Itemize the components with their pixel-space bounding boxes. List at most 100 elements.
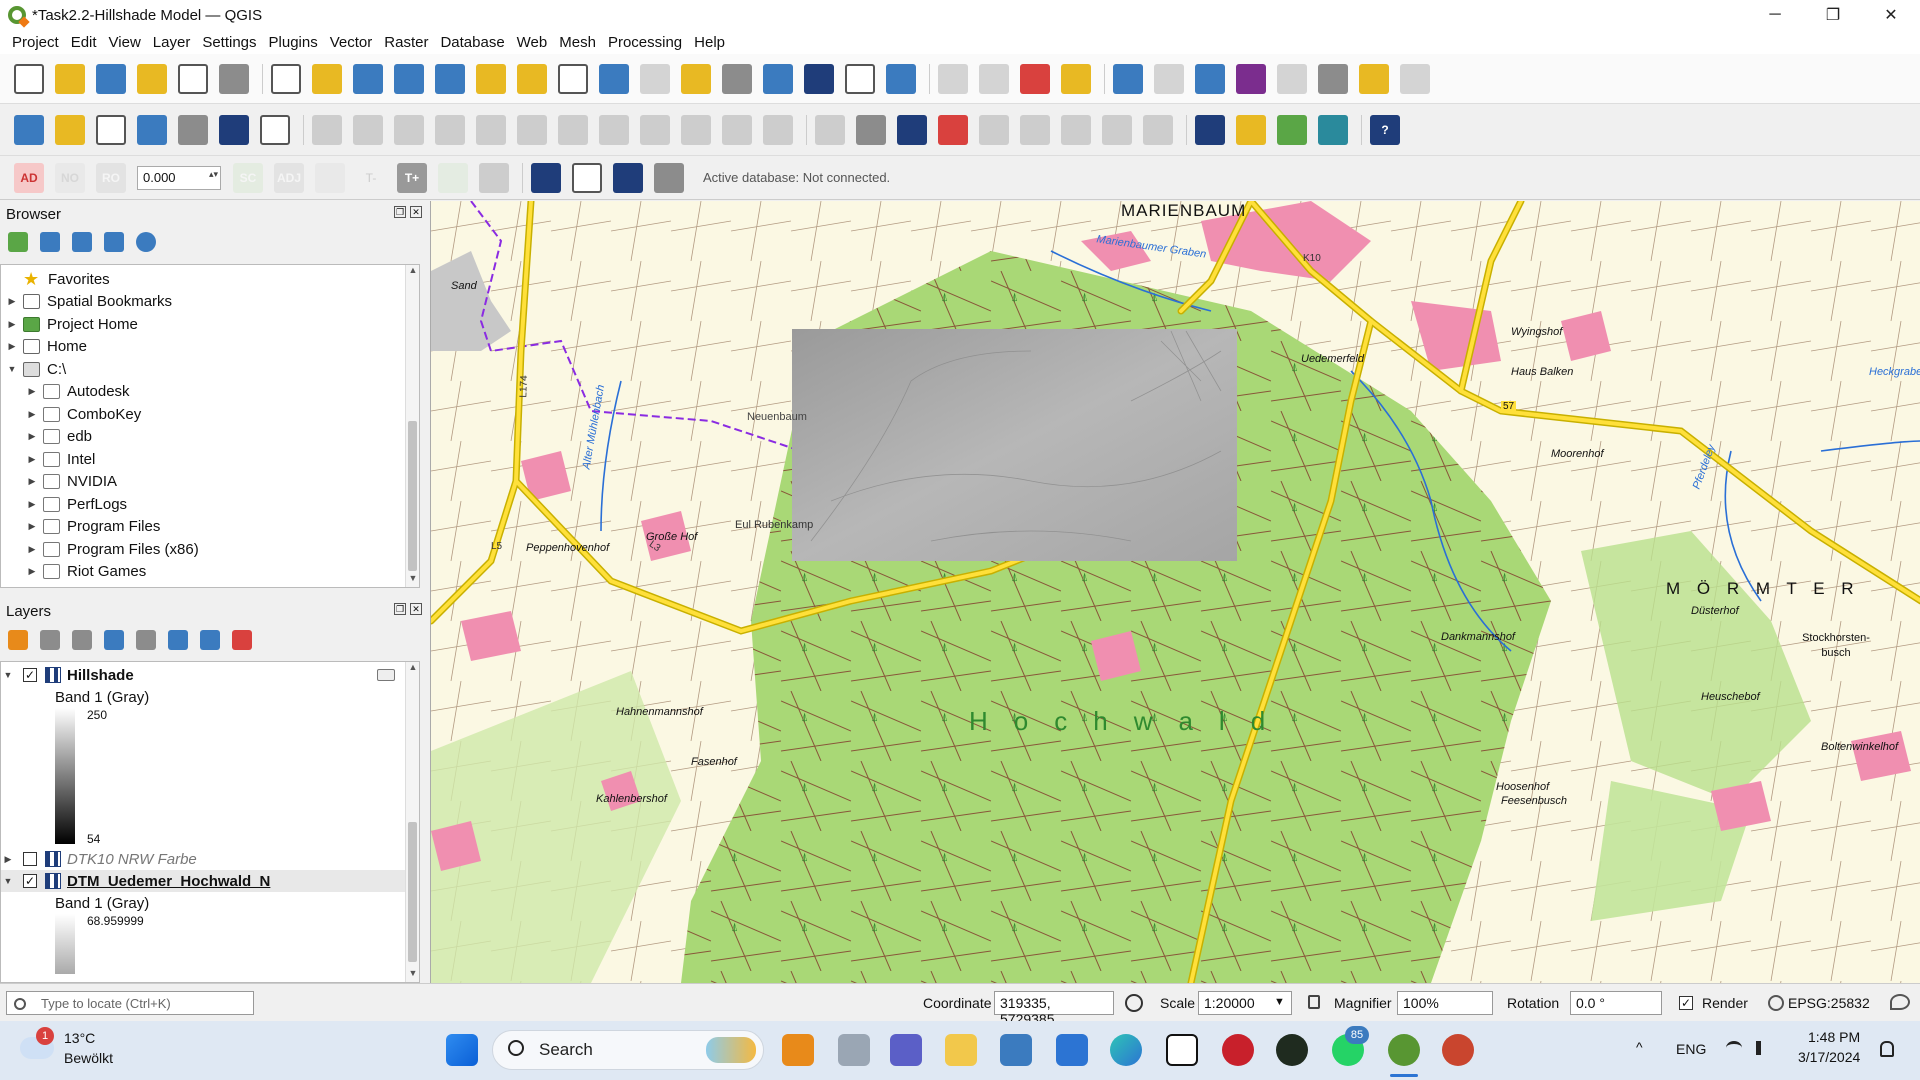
zoom-out-icon[interactable] — [394, 63, 424, 94]
layer-visibility-checkbox[interactable]: ✓ — [23, 874, 37, 888]
float-panel-icon[interactable]: ❐ — [394, 206, 406, 218]
razer-icon[interactable] — [1276, 1034, 1308, 1066]
chevron-down-icon[interactable]: ▼ — [1274, 996, 1285, 1008]
browser-item[interactable]: ▼ C:\ — [1, 358, 419, 381]
expand-arrow-icon[interactable]: ▼ — [1, 876, 15, 886]
crs-label[interactable]: EPSG:25832 — [1788, 995, 1870, 1011]
close-panel-icon[interactable]: ✕ — [410, 603, 422, 615]
grid-layer-icon[interactable] — [613, 162, 643, 193]
globe-plugin-icon[interactable] — [1195, 114, 1225, 145]
menu-help[interactable]: Help — [694, 34, 725, 51]
layer-labeling-options-icon[interactable] — [856, 114, 886, 145]
menu-raster[interactable]: Raster — [384, 34, 428, 51]
magnifier-field[interactable]: 100% — [1397, 991, 1493, 1015]
menu-project[interactable]: Project — [12, 34, 59, 51]
undo-icon[interactable] — [722, 114, 752, 145]
help-contents-icon[interactable]: ? — [1370, 114, 1400, 145]
data-source-manager-icon[interactable] — [14, 114, 44, 145]
float-panel-icon[interactable]: ❐ — [394, 603, 406, 615]
refresh-icon[interactable] — [886, 63, 916, 94]
notion-icon[interactable] — [1166, 1034, 1198, 1066]
layer-row-dtm[interactable]: ▼ ✓ DTM_Uedemer_Hochwald_N — [1, 870, 419, 892]
db-manager-icon[interactable] — [531, 162, 561, 193]
task-view-icon[interactable] — [838, 1034, 870, 1066]
expand-arrow-icon[interactable]: ▶ — [5, 341, 19, 352]
new-spatial-bookmark-icon[interactable] — [763, 63, 793, 94]
digitize-line-icon[interactable] — [435, 114, 465, 145]
close-panel-icon[interactable]: ✕ — [410, 206, 422, 218]
settings-button[interactable] — [315, 162, 345, 193]
delete-selected-icon[interactable] — [558, 114, 588, 145]
browser-item[interactable]: ▶ Intel — [1, 448, 419, 471]
menu-vector[interactable]: Vector — [330, 34, 373, 51]
expand-arrow-icon[interactable]: ▶ — [25, 454, 39, 465]
expand-arrow-icon[interactable]: ▶ — [25, 476, 39, 487]
pan-map-icon[interactable] — [271, 63, 301, 94]
edge-browser-icon[interactable] — [1110, 1034, 1142, 1066]
t-minus-button[interactable]: T- — [356, 163, 386, 193]
layer-row-dtk10[interactable]: ▶ DTK10 NRW Farbe — [1, 848, 419, 870]
open-attribute-table-icon[interactable] — [1154, 63, 1184, 94]
copy-features-icon[interactable] — [640, 114, 670, 145]
manage-map-themes-icon[interactable] — [72, 630, 92, 650]
browser-item[interactable]: ▶ ComboKey — [1, 403, 419, 426]
messages-icon[interactable] — [1890, 994, 1910, 1010]
collapse-arrow-icon[interactable]: ▼ — [5, 364, 19, 374]
close-button[interactable]: ✕ — [1862, 0, 1920, 30]
browser-item[interactable]: ▶ edb — [1, 426, 419, 449]
style-manager-icon[interactable] — [219, 63, 249, 94]
locator-search-input[interactable]: Type to locate (Ctrl+K) — [6, 991, 254, 1015]
browser-item[interactable]: ▶ Project Home — [1, 313, 419, 336]
identify-features-icon[interactable] — [1113, 63, 1143, 94]
zoom-to-selection-icon[interactable] — [476, 63, 506, 94]
file-explorer-icon[interactable] — [945, 1034, 977, 1066]
menu-web[interactable]: Web — [517, 34, 548, 51]
temporal-controller-icon[interactable] — [845, 63, 875, 94]
tracing-button[interactable] — [438, 162, 468, 193]
show-bookmarks-icon[interactable] — [804, 63, 834, 94]
select-features-icon[interactable] — [938, 63, 968, 94]
browser-item[interactable]: ▶ PerfLogs — [1, 493, 419, 516]
save-project-icon[interactable] — [96, 63, 126, 94]
microsoft-store-icon[interactable] — [1000, 1034, 1032, 1066]
browser-item[interactable]: ▶ Program Files (x86) — [1, 538, 419, 561]
browser-item[interactable]: ★ Favorites — [1, 268, 419, 291]
expand-arrow-icon[interactable]: ▶ — [1, 854, 15, 865]
current-edits-icon[interactable] — [312, 114, 342, 145]
toggle-label-display-icon[interactable] — [938, 114, 968, 145]
collapse-all-layers-icon[interactable] — [200, 630, 220, 650]
weather-temp[interactable]: 13°C — [64, 1030, 95, 1046]
undo-digitize-icon[interactable] — [479, 162, 509, 193]
start-windows-icon[interactable] — [446, 1034, 478, 1066]
expand-arrow-icon[interactable]: ▶ — [5, 296, 19, 307]
deselect-features-icon[interactable] — [1020, 63, 1050, 94]
zoom-next-icon[interactable] — [640, 63, 670, 94]
maximize-button[interactable]: ❐ — [1804, 0, 1862, 30]
new-project-icon[interactable] — [14, 63, 44, 94]
show-hide-labels-icon[interactable] — [1020, 114, 1050, 145]
map-canvas[interactable]: ⍋ — [430, 201, 1920, 983]
expand-arrow-icon[interactable]: ▶ — [25, 521, 39, 532]
crs-globe-icon[interactable] — [1768, 995, 1784, 1011]
weather-desc[interactable]: Bewölkt — [64, 1050, 113, 1066]
move-label-icon[interactable] — [1061, 114, 1091, 145]
expand-arrow-icon[interactable]: ▶ — [25, 499, 39, 510]
menu-plugins[interactable]: Plugins — [269, 34, 318, 51]
mail-icon[interactable] — [1056, 1034, 1088, 1066]
wifi-icon[interactable] — [1726, 1041, 1742, 1055]
statistical-summary-icon[interactable] — [1236, 63, 1266, 94]
render-checkbox[interactable]: ✓ — [1679, 996, 1693, 1010]
zoom-native-resolution-icon[interactable] — [558, 63, 588, 94]
layer-visibility-checkbox[interactable] — [23, 852, 37, 866]
select-by-location-icon[interactable] — [1061, 63, 1091, 94]
toggle-extents-icon[interactable] — [1125, 994, 1143, 1012]
zoom-to-layer-icon[interactable] — [517, 63, 547, 94]
pin-labels-icon[interactable] — [979, 114, 1009, 145]
change-label-icon[interactable] — [1143, 114, 1173, 145]
microsoft-pre-app-icon[interactable] — [782, 1034, 814, 1066]
modify-attributes-icon[interactable] — [517, 114, 547, 145]
language-indicator[interactable]: ENG — [1676, 1041, 1706, 1057]
browser-item[interactable]: ▶ Riot Games — [1, 561, 419, 584]
zoom-last-icon[interactable] — [599, 63, 629, 94]
label-abc-icon[interactable] — [815, 114, 845, 145]
